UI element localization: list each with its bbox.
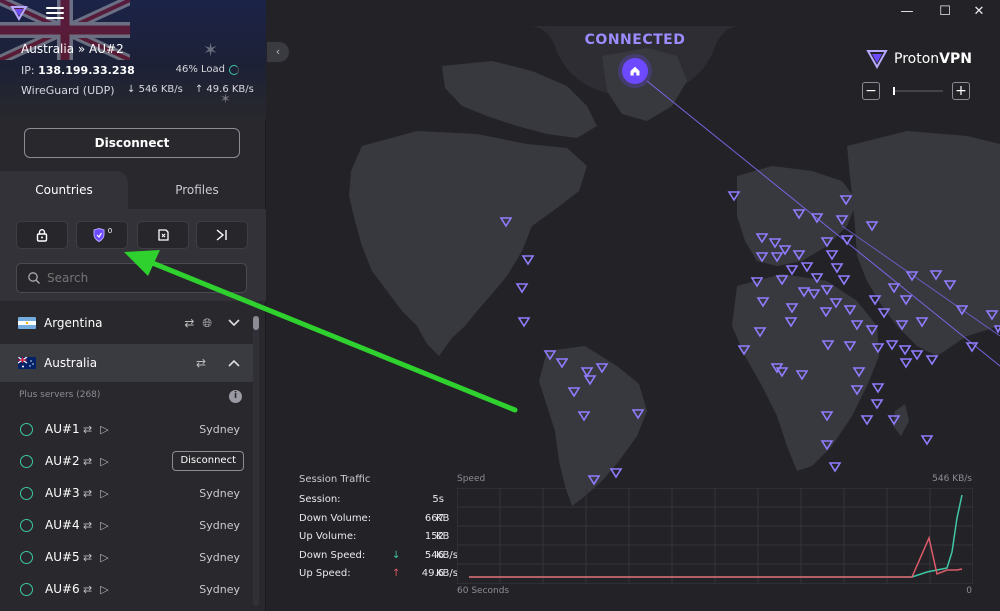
lock-icon <box>36 229 48 242</box>
server-row-au4[interactable]: AU#4 ⇄ ▷ Sydney <box>0 509 254 541</box>
zoom-in-button[interactable]: + <box>952 82 970 100</box>
flag-star-icon: ✶ <box>203 40 219 61</box>
p2p-icon: ⇄ <box>195 356 206 370</box>
zoom-slider-knob[interactable] <box>893 87 895 95</box>
load-ring-icon <box>20 454 33 468</box>
p2p-icon: ⇄ <box>184 316 195 330</box>
tab-countries[interactable]: Countries <box>0 171 128 209</box>
tag-icon <box>158 229 169 241</box>
speed-chart-max: 546 KB/s <box>932 474 972 484</box>
filter-area: 0 <box>0 209 266 301</box>
speed-chart-label: Speed <box>457 474 486 484</box>
minimize-button[interactable]: — <box>898 4 916 20</box>
load-ring-icon <box>20 582 33 596</box>
session-traffic-title: Session Traffic <box>299 474 371 485</box>
home-location-marker[interactable] <box>622 58 648 84</box>
info-icon[interactable]: i <box>229 390 242 403</box>
scrollbar-thumb[interactable] <box>253 316 259 330</box>
sidebar: ✶ ✶ Australia » AU#2 IP: 138.199.33.238 … <box>0 0 266 611</box>
globe-icon: 🌐︎ <box>202 315 212 330</box>
netshield-badge: 0 <box>107 227 113 235</box>
speed-chart <box>457 488 973 584</box>
p2p-icon: ⇄ <box>83 582 93 596</box>
server-row-au1[interactable]: AU#1 ⇄ ▷ Sydney <box>0 413 254 445</box>
title-bar: — ☐ ✕ <box>0 0 1000 26</box>
arrow-down-icon: ↓ <box>392 550 401 561</box>
play-icon: ▷ <box>100 518 109 532</box>
continents <box>349 48 1000 506</box>
load-ring-icon <box>20 422 33 436</box>
search-box[interactable] <box>16 263 247 293</box>
p2p-icon: ⇄ <box>83 454 93 468</box>
protonvpn-brand: ProtonVPN <box>866 49 972 69</box>
protonvpn-logo-icon <box>866 50 888 69</box>
arrow-up-icon: ↑ <box>392 568 401 579</box>
maximize-button[interactable]: ☐ <box>936 4 954 20</box>
ip-address: IP: 138.199.33.238 <box>21 64 135 77</box>
split-tunnel-icon <box>216 229 227 241</box>
chart-grid <box>457 488 973 584</box>
load-ring-icon <box>229 64 239 75</box>
country-row-argentina[interactable]: Argentina ⇄ 🌐︎ <box>0 304 254 342</box>
zoom-slider[interactable] <box>893 87 943 95</box>
connected-server: Australia » AU#2 <box>21 42 124 56</box>
play-icon: ▷ <box>100 486 109 500</box>
protocol: WireGuard (UDP) <box>21 84 115 97</box>
p2p-filter-button[interactable] <box>196 221 248 249</box>
play-icon: ▷ <box>100 454 109 468</box>
session-traffic-panel: Session Traffic Session: 5s Down Volume: 6… <box>299 474 973 596</box>
server-load: 46% Load <box>176 64 239 75</box>
argentina-flag-icon <box>18 317 36 329</box>
zero-axis-label: 0 <box>966 586 972 596</box>
country-row-australia[interactable]: Australia ⇄ <box>0 344 254 382</box>
australia-flag-icon <box>18 357 36 369</box>
download-rate: ↓ 546 KB/s <box>127 84 183 95</box>
load-ring-icon <box>20 518 33 532</box>
p2p-icon: ⇄ <box>83 550 93 564</box>
load-ring-icon <box>20 486 33 500</box>
secure-core-filter-button[interactable] <box>16 221 68 249</box>
connection-status: CONNECTED <box>584 32 686 48</box>
server-disconnect-button[interactable]: Disconnect <box>172 451 244 471</box>
plus-servers-label: Plus servers (268) <box>19 390 101 400</box>
arrow-up-icon: ↑ <box>194 84 204 95</box>
home-icon <box>630 66 640 76</box>
server-row-au3[interactable]: AU#3 ⇄ ▷ Sydney <box>0 477 254 509</box>
p2p-icon: ⇄ <box>83 422 93 436</box>
play-icon: ▷ <box>100 422 109 436</box>
chevron-down-icon[interactable] <box>228 316 240 330</box>
play-icon: ▷ <box>100 582 109 596</box>
search-icon <box>28 272 40 284</box>
zoom-out-button[interactable]: − <box>862 82 880 100</box>
arrow-down-icon: ↓ <box>127 84 136 95</box>
p2p-icon: ⇄ <box>83 486 93 500</box>
server-list-scrollbar[interactable] <box>253 316 259 606</box>
chevron-up-icon[interactable] <box>228 356 240 370</box>
search-input[interactable] <box>47 271 227 285</box>
server-row-au5[interactable]: AU#5 ⇄ ▷ Sydney <box>0 541 254 573</box>
hamburger-menu-icon[interactable] <box>46 4 64 20</box>
load-ring-icon <box>20 550 33 564</box>
server-row-au6[interactable]: AU#6 ⇄ ▷ Sydney <box>0 573 254 605</box>
play-icon: ▷ <box>100 550 109 564</box>
streaming-filter-button[interactable] <box>137 221 189 249</box>
country-name: Australia <box>44 356 98 370</box>
p2p-icon: ⇄ <box>83 518 93 532</box>
disconnect-button[interactable]: Disconnect <box>24 128 240 158</box>
tab-profiles[interactable]: Profiles <box>128 171 266 209</box>
server-row-au2[interactable]: AU#2 ⇄ ▷ Disconnect <box>0 445 254 477</box>
protonvpn-logo-icon <box>10 6 28 21</box>
close-button[interactable]: ✕ <box>970 4 988 20</box>
sidebar-tabs: Countries Profiles <box>0 171 266 209</box>
upload-rate: ↑ 49.6 KB/s <box>194 84 254 95</box>
country-name: Argentina <box>44 316 103 330</box>
time-axis-label: 60 Seconds <box>457 586 510 596</box>
transfer-rates: ↓ 546 KB/s ↑ 49.6 KB/s <box>127 84 254 95</box>
netshield-filter-button[interactable]: 0 <box>76 221 128 249</box>
collapse-sidebar-button[interactable]: ‹ <box>267 42 289 62</box>
